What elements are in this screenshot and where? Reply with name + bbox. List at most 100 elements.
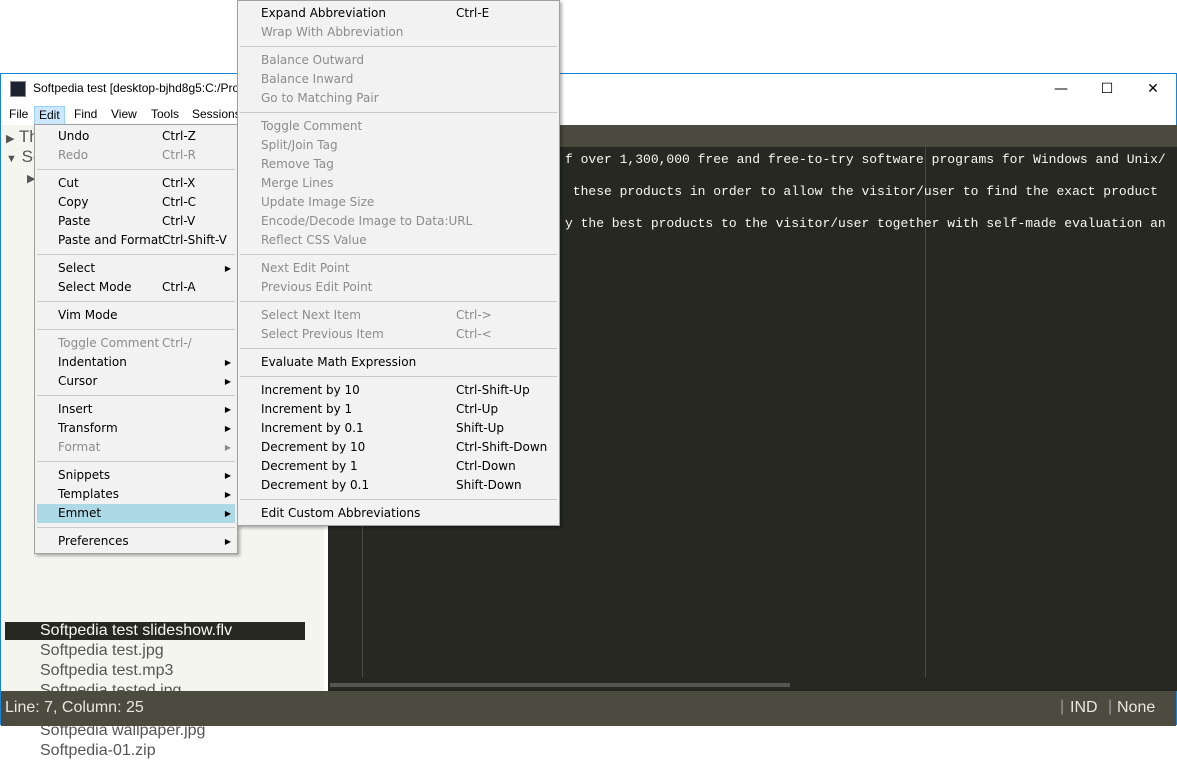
menu-item-edit-custom-abbreviations[interactable]: Edit Custom Abbreviations (240, 504, 557, 523)
submenu-arrow-icon: ▶ (224, 471, 231, 480)
menu-separator (240, 376, 557, 377)
menu-item-label: Expand Abbreviation (261, 6, 386, 20)
menu-item-label: Cut (58, 176, 79, 190)
menu-item-select-next-item[interactable]: Select Next Item Ctrl-> (240, 306, 557, 325)
menu-tools[interactable]: Tools (147, 106, 183, 125)
menu-separator (240, 112, 557, 113)
menu-item-decrement-by-0-1[interactable]: Decrement by 0.1 Shift-Down (240, 476, 557, 495)
menu-item-next-edit-point[interactable]: Next Edit Point (240, 259, 557, 278)
menu-item-indentation[interactable]: Indentation ▶ (37, 353, 235, 372)
menu-item-encode-decode-image-to-data-url[interactable]: Encode/Decode Image to Data:URL (240, 212, 557, 231)
minimize-button[interactable]: — (1038, 74, 1084, 104)
menu-item-insert[interactable]: Insert ▶ (37, 400, 235, 419)
menu-item-label: Update Image Size (261, 195, 375, 209)
menu-item-snippets[interactable]: Snippets ▶ (37, 466, 235, 485)
app-icon (10, 81, 26, 97)
menu-item-select-mode[interactable]: Select Mode Ctrl-A (37, 278, 235, 297)
file-list-item[interactable]: Softpedia test slideshow.flv (5, 622, 305, 640)
triangle-down-icon[interactable]: ▼ (6, 153, 17, 165)
menu-item-label: Encode/Decode Image to Data:URL (261, 214, 473, 228)
menu-item-label: Snippets (58, 468, 111, 482)
maximize-button[interactable]: ☐ (1084, 74, 1130, 104)
menu-file[interactable]: File (5, 106, 32, 125)
menu-item-remove-tag[interactable]: Remove Tag (240, 155, 557, 174)
file-list-item[interactable]: Softpedia test.mp3 (40, 662, 173, 680)
menu-shortcut: Ctrl-/ (162, 336, 192, 350)
menu-item-previous-edit-point[interactable]: Previous Edit Point (240, 278, 557, 297)
menu-item-select-previous-item[interactable]: Select Previous Item Ctrl-< (240, 325, 557, 344)
menu-item-vim-mode[interactable]: Vim Mode (37, 306, 235, 325)
menu-item-format[interactable]: Format ▶ (37, 438, 235, 457)
menu-edit[interactable]: Edit (34, 106, 65, 125)
menu-item-paste[interactable]: Paste Ctrl-V (37, 212, 235, 231)
menu-item-balance-outward[interactable]: Balance Outward (240, 51, 557, 70)
menu-item-toggle-comment[interactable]: Toggle Comment Ctrl-/ (37, 334, 235, 353)
menu-item-label: Increment by 10 (261, 383, 360, 397)
menu-item-label: Preferences (58, 534, 129, 548)
menu-find[interactable]: Find (70, 106, 101, 125)
menu-item-label: Toggle Comment (58, 336, 160, 350)
menu-item-merge-lines[interactable]: Merge Lines (240, 174, 557, 193)
file-list-item[interactable]: Softpedia-01.zip (40, 742, 156, 760)
horizontal-scrollbar[interactable] (330, 683, 790, 687)
menu-separator (37, 329, 235, 330)
menu-separator (37, 461, 235, 462)
menu-item-increment-by-0-1[interactable]: Increment by 0.1 Shift-Up (240, 419, 557, 438)
menu-item-label: Increment by 0.1 (261, 421, 364, 435)
submenu-arrow-icon: ▶ (224, 424, 231, 433)
title-bar: Softpedia test [desktop-bjhd8g5:C:/Pro —… (1, 74, 1176, 104)
menu-item-increment-by-10[interactable]: Increment by 10 Ctrl-Shift-Up (240, 381, 557, 400)
code-line[interactable]: f over 1,300,000 free and free-to-try so… (565, 152, 1166, 167)
menu-item-paste-and-format[interactable]: Paste and Format Ctrl-Shift-V (37, 231, 235, 250)
menu-item-decrement-by-10[interactable]: Decrement by 10 Ctrl-Shift-Down (240, 438, 557, 457)
menu-item-select[interactable]: Select ▶ (37, 259, 235, 278)
menu-item-balance-inward[interactable]: Balance Inward (240, 70, 557, 89)
menu-shortcut: Ctrl-Shift-Up (456, 383, 530, 397)
window-title: Softpedia test [desktop-bjhd8g5:C:/Pro (33, 81, 240, 95)
code-line[interactable]: y the best products to the visitor/user … (565, 216, 1166, 231)
menu-item-label: Copy (58, 195, 89, 209)
menu-item-expand-abbreviation[interactable]: Expand Abbreviation Ctrl-E (240, 4, 557, 23)
menu-item-split-join-tag[interactable]: Split/Join Tag (240, 136, 557, 155)
triangle-right-icon[interactable]: ▶ (6, 133, 14, 145)
menu-item-label: Next Edit Point (261, 261, 350, 275)
menu-item-toggle-comment[interactable]: Toggle Comment (240, 117, 557, 136)
menu-item-label: Paste (58, 214, 91, 228)
menu-shortcut: Shift-Up (456, 421, 505, 435)
syntax-mode[interactable]: None (1117, 699, 1155, 717)
menu-shortcut: Ctrl-R (162, 148, 197, 162)
file-list-item[interactable]: Softpedia test.jpg (40, 642, 164, 660)
menu-item-cut[interactable]: Cut Ctrl-X (37, 174, 235, 193)
menu-view[interactable]: View (107, 106, 141, 125)
menu-separator (240, 254, 557, 255)
menu-item-label: Balance Outward (261, 53, 364, 67)
menu-item-label: Go to Matching Pair (261, 91, 379, 105)
status-bar: Line: 7, Column: 25 | IND | None (1, 691, 1176, 726)
menu-item-transform[interactable]: Transform ▶ (37, 419, 235, 438)
menu-item-increment-by-1[interactable]: Increment by 1 Ctrl-Up (240, 400, 557, 419)
menu-item-evaluate-math-expression[interactable]: Evaluate Math Expression (240, 353, 557, 372)
menu-item-redo[interactable]: Redo Ctrl-R (37, 146, 235, 165)
menu-shortcut: Ctrl-Shift-V (162, 233, 227, 247)
menu-shortcut: Ctrl-Down (456, 459, 516, 473)
menu-item-cursor[interactable]: Cursor ▶ (37, 372, 235, 391)
code-line[interactable]: these products in order to allow the vis… (565, 184, 1166, 199)
menu-item-update-image-size[interactable]: Update Image Size (240, 193, 557, 212)
menu-item-label: Previous Edit Point (261, 280, 373, 294)
close-button[interactable]: ✕ (1130, 74, 1176, 104)
cursor-position: Line: 7, Column: 25 (5, 699, 144, 716)
menu-item-label: Remove Tag (261, 157, 334, 171)
indent-mode[interactable]: IND (1070, 699, 1098, 717)
menu-item-wrap-with-abbreviation[interactable]: Wrap With Abbreviation (240, 23, 557, 42)
menu-item-preferences[interactable]: Preferences ▶ (37, 532, 235, 551)
menu-item-templates[interactable]: Templates ▶ (37, 485, 235, 504)
menu-item-label: Vim Mode (58, 308, 118, 322)
menu-item-undo[interactable]: Undo Ctrl-Z (37, 127, 235, 146)
menu-shortcut: Ctrl-> (456, 308, 492, 322)
menu-item-go-to-matching-pair[interactable]: Go to Matching Pair (240, 89, 557, 108)
menu-item-label: Balance Inward (261, 72, 354, 86)
menu-item-copy[interactable]: Copy Ctrl-C (37, 193, 235, 212)
menu-item-emmet[interactable]: Emmet ▶ (37, 504, 235, 523)
menu-item-decrement-by-1[interactable]: Decrement by 1 Ctrl-Down (240, 457, 557, 476)
menu-item-reflect-css-value[interactable]: Reflect CSS Value (240, 231, 557, 250)
